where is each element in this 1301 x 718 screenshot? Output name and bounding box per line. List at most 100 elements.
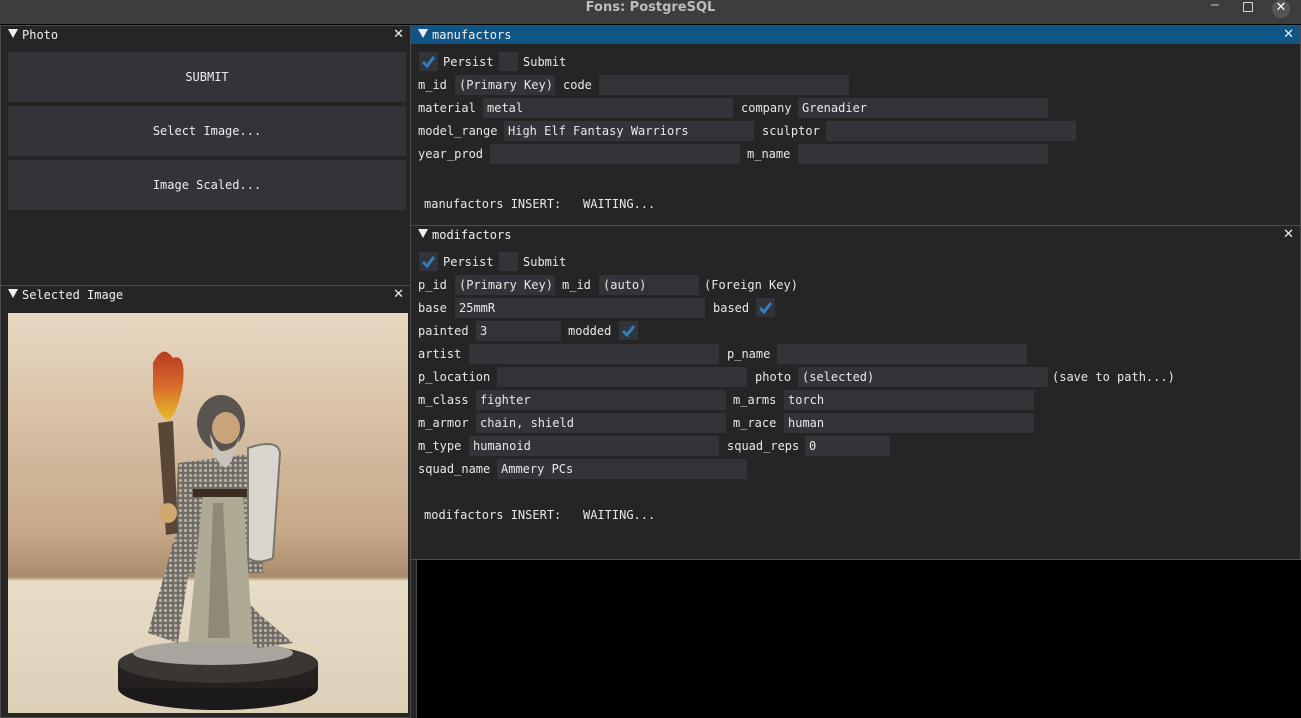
squad-name-input[interactable]: Ammery PCs bbox=[497, 459, 747, 479]
m-type-label: m_type bbox=[418, 439, 462, 453]
modifactors-panel: modifactors ✕ Persist Submit p_id (Prima… bbox=[410, 225, 1301, 560]
miniature-photo-image bbox=[8, 313, 408, 713]
company-input[interactable]: Grenadier bbox=[798, 98, 1048, 118]
save-to-path-note: (save to path...) bbox=[1052, 370, 1175, 384]
m-id-label: m_id bbox=[562, 278, 591, 292]
modifactors-status: modifactors INSERT: WAITING... bbox=[424, 508, 655, 522]
manufactors-status: manufactors INSERT: WAITING... bbox=[424, 197, 655, 211]
photo-label: photo bbox=[755, 370, 792, 384]
submit-checkbox[interactable] bbox=[499, 52, 518, 71]
persist-label: Persist bbox=[443, 255, 494, 269]
photo-panel-header[interactable]: Photo ✕ bbox=[1, 26, 410, 44]
persist-checkbox[interactable] bbox=[419, 252, 438, 271]
persist-checkbox[interactable] bbox=[419, 52, 438, 71]
miniature-photo bbox=[8, 313, 408, 713]
p-location-label: p_location bbox=[418, 370, 491, 384]
manufactors-panel: manufactors ✕ Persist Submit m_id (Prima… bbox=[410, 25, 1301, 226]
squad-reps-input[interactable]: 0 bbox=[805, 436, 890, 456]
model-range-input[interactable]: High Elf Fantasy Warriors bbox=[504, 121, 754, 141]
year-prod-label: year_prod bbox=[418, 147, 484, 161]
m-id-label: m_id bbox=[418, 78, 447, 92]
modifactors-header[interactable]: modifactors ✕ bbox=[411, 226, 1300, 244]
painted-label: painted bbox=[418, 324, 469, 338]
app-titlebar: Fons: PostgreSQL ‒ ✕ bbox=[0, 0, 1301, 24]
persist-label: Persist bbox=[443, 55, 494, 69]
based-checkbox[interactable] bbox=[756, 298, 775, 317]
close-icon[interactable]: ✕ bbox=[1283, 26, 1294, 44]
selected-image-header[interactable]: Selected Image ✕ bbox=[1, 286, 410, 304]
m-armor-label: m_armor bbox=[418, 416, 469, 430]
submit-button[interactable]: SUBMIT bbox=[8, 52, 406, 102]
m-armor-input[interactable]: chain, shield bbox=[476, 413, 726, 433]
photo-field[interactable]: (selected) bbox=[798, 367, 1048, 387]
p-id-field[interactable]: (Primary Key) bbox=[455, 275, 555, 295]
p-location-input[interactable] bbox=[497, 367, 747, 387]
manufactors-header[interactable]: manufactors ✕ bbox=[411, 26, 1300, 44]
m-name-input[interactable] bbox=[798, 144, 1048, 164]
check-icon bbox=[758, 302, 773, 314]
sculptor-label: sculptor bbox=[762, 124, 820, 138]
image-scaled-button[interactable]: Image Scaled... bbox=[8, 160, 406, 210]
squad-reps-label: squad_reps bbox=[727, 439, 800, 453]
m-type-input[interactable]: humanoid bbox=[469, 436, 719, 456]
close-icon[interactable]: ✕ bbox=[393, 286, 404, 304]
collapse-triangle-icon[interactable] bbox=[418, 29, 428, 38]
maximize-button[interactable] bbox=[1236, 0, 1260, 16]
base-label: base bbox=[418, 301, 447, 315]
m-race-input[interactable]: human bbox=[784, 413, 1034, 433]
m-class-label: m_class bbox=[418, 393, 469, 407]
modifactors-title: modifactors bbox=[432, 228, 512, 242]
selected-image-title: Selected Image bbox=[22, 288, 124, 302]
based-label: based bbox=[713, 301, 750, 315]
submit-label: Submit bbox=[523, 255, 567, 269]
close-icon[interactable]: ✕ bbox=[393, 26, 404, 44]
submit-checkbox[interactable] bbox=[499, 252, 518, 271]
material-label: material bbox=[418, 101, 476, 115]
close-icon[interactable]: ✕ bbox=[1283, 226, 1294, 244]
year-prod-input[interactable] bbox=[490, 144, 740, 164]
check-icon bbox=[621, 325, 636, 337]
m-race-label: m_race bbox=[733, 416, 777, 430]
check-icon bbox=[421, 256, 436, 268]
code-label: code bbox=[563, 78, 592, 92]
base-input[interactable]: 25mmR bbox=[455, 298, 705, 318]
status-label: modifactors INSERT: bbox=[424, 508, 562, 522]
selected-image-panel: Selected Image ✕ bbox=[0, 285, 411, 718]
status-label: manufactors INSERT: bbox=[424, 197, 562, 211]
code-input[interactable] bbox=[599, 75, 849, 95]
m-arms-label: m_arms bbox=[733, 393, 777, 407]
squad-name-label: squad_name bbox=[418, 462, 491, 476]
model-range-label: model_range bbox=[418, 124, 498, 138]
minimize-button[interactable]: ‒ bbox=[1203, 0, 1227, 13]
close-window-button[interactable]: ✕ bbox=[1272, 0, 1290, 18]
p-id-label: p_id bbox=[418, 278, 447, 292]
photo-panel-title: Photo bbox=[22, 28, 59, 42]
collapse-triangle-icon[interactable] bbox=[8, 29, 18, 38]
modded-checkbox[interactable] bbox=[619, 321, 638, 340]
foreign-key-note: (Foreign Key) bbox=[704, 278, 798, 292]
m-name-label: m_name bbox=[747, 147, 791, 161]
sculptor-input[interactable] bbox=[826, 121, 1076, 141]
collapse-triangle-icon[interactable] bbox=[418, 229, 428, 238]
select-image-button[interactable]: Select Image... bbox=[8, 106, 406, 156]
p-name-input[interactable] bbox=[777, 344, 1027, 364]
modded-label: modded bbox=[568, 324, 612, 338]
m-id-field[interactable]: (auto) bbox=[599, 275, 699, 295]
company-label: company bbox=[741, 101, 792, 115]
submit-label: Submit bbox=[523, 55, 567, 69]
m-arms-input[interactable]: torch bbox=[784, 390, 1034, 410]
close-icon: ✕ bbox=[1275, 0, 1287, 15]
painted-input[interactable]: 3 bbox=[476, 321, 561, 341]
status-value: WAITING... bbox=[582, 197, 656, 211]
m-class-input[interactable]: fighter bbox=[476, 390, 726, 410]
background-viewport bbox=[411, 560, 417, 718]
maximize-icon bbox=[1243, 2, 1253, 12]
collapse-triangle-icon[interactable] bbox=[8, 289, 18, 298]
check-icon bbox=[421, 56, 436, 68]
m-id-field[interactable]: (Primary Key) bbox=[455, 75, 555, 95]
manufactors-title: manufactors bbox=[432, 28, 512, 42]
artist-input[interactable] bbox=[469, 344, 719, 364]
minimize-icon: ‒ bbox=[1210, 0, 1220, 13]
material-input[interactable]: metal bbox=[483, 98, 733, 118]
app-title: Fons: PostgreSQL bbox=[585, 0, 716, 15]
